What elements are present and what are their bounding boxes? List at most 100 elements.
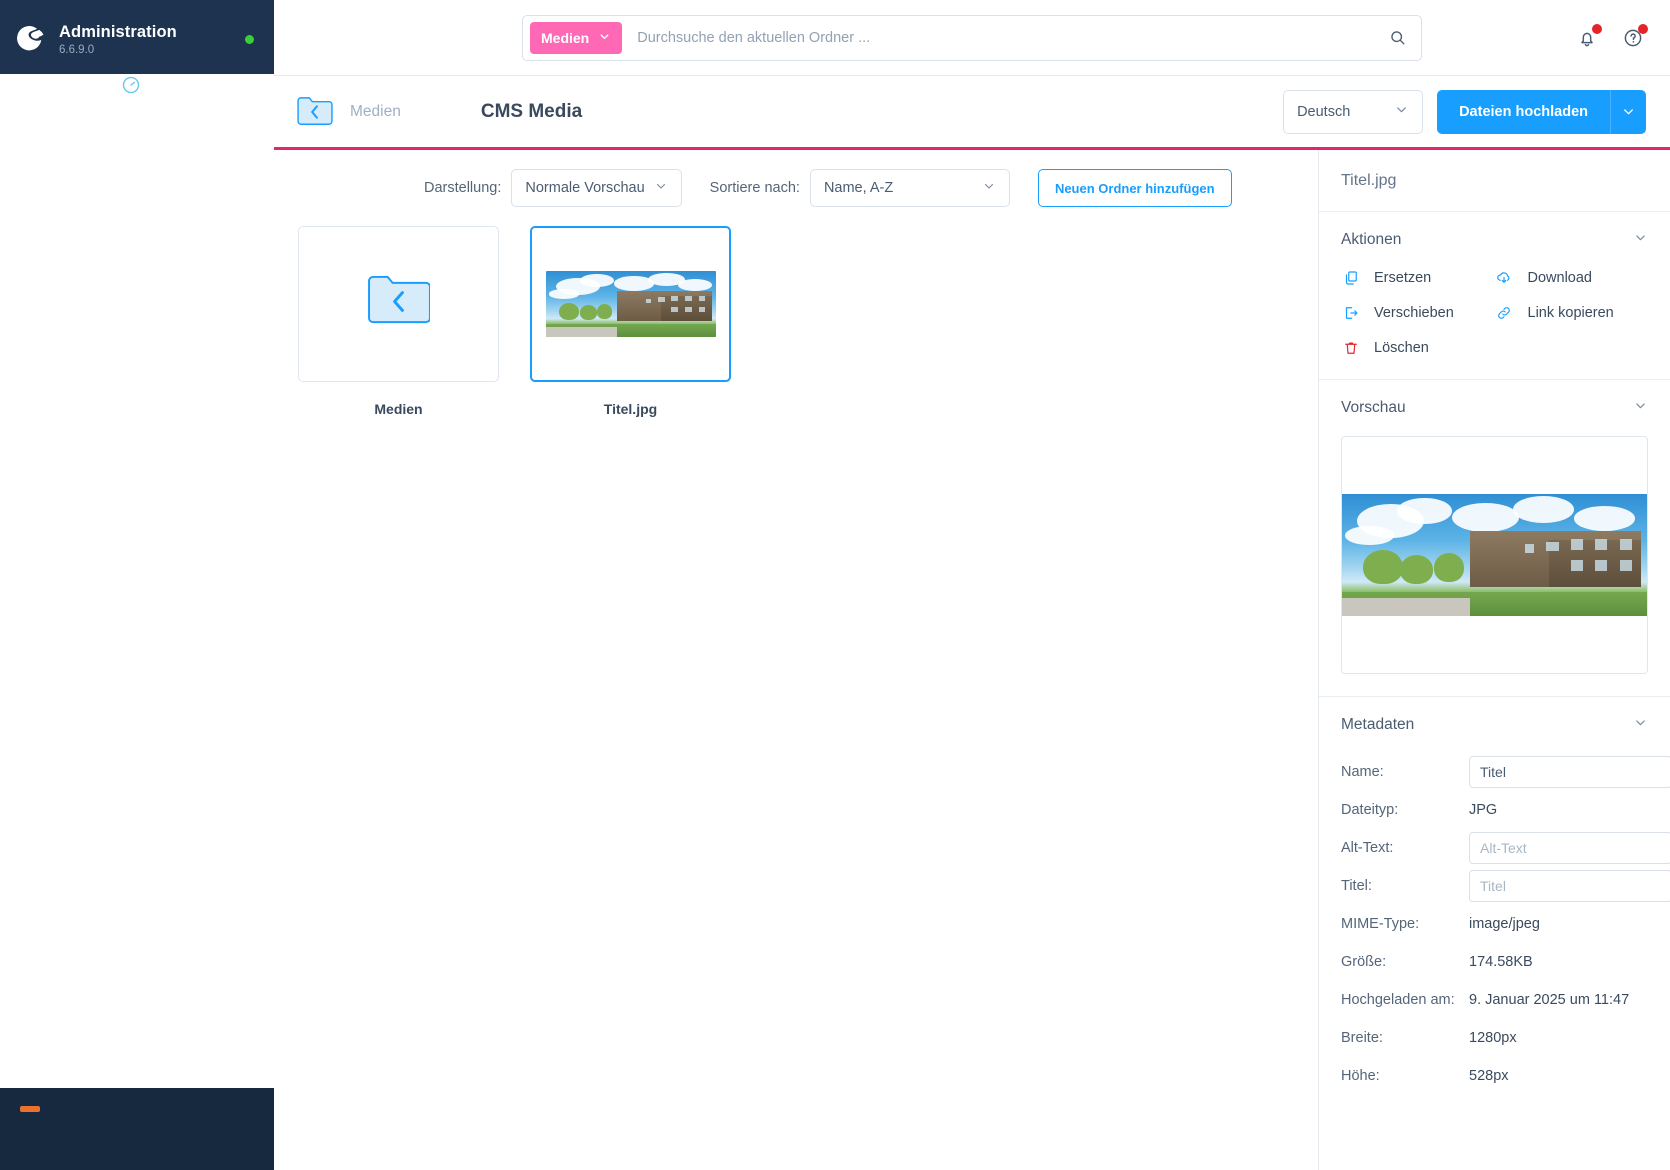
metadata-row-name: Name:	[1341, 753, 1670, 791]
metadata-value: 1280px	[1469, 1030, 1517, 1046]
footer-accent	[20, 1106, 40, 1112]
view-label: Darstellung:	[424, 180, 502, 196]
bell-icon[interactable]	[1574, 23, 1602, 51]
detail-panel: Titel.jpg Aktionen Ersetzen Download Ver…	[1318, 150, 1670, 1170]
sidebar-footer	[0, 1088, 274, 1170]
breadcrumb[interactable]: Medien	[350, 103, 401, 121]
metadata-row-alt-text: Alt-Text:	[1341, 829, 1670, 867]
main-area: Medien Durchsuche den aktuellen Ordner .…	[274, 0, 1670, 1170]
media-item-label: Medien	[374, 401, 423, 417]
detail-header: Titel.jpg	[1319, 150, 1670, 212]
action-verschieben[interactable]: Verschieben	[1341, 303, 1495, 322]
notification-badge	[1592, 23, 1602, 34]
action-ersetzen[interactable]: Ersetzen	[1341, 268, 1495, 287]
search-input[interactable]	[622, 29, 1379, 46]
upload-files-button[interactable]: Dateien hochladen	[1437, 89, 1610, 134]
view-select[interactable]: Normale Vorschau	[511, 169, 682, 207]
metadata-title: Metadaten	[1341, 716, 1415, 733]
action-label: Löschen	[1374, 339, 1429, 356]
topbar-icons	[1574, 23, 1648, 51]
search-icon[interactable]	[1379, 20, 1415, 56]
metadata-key: Breite:	[1341, 1030, 1383, 1046]
view-value: Normale Vorschau	[525, 180, 645, 196]
media-image-card[interactable]	[530, 226, 731, 382]
action-loeschen[interactable]: Löschen	[1341, 338, 1495, 357]
media-grid: Medien Titel.jpg	[274, 226, 1318, 1170]
media-content: Darstellung: Normale Vorschau Sortiere n…	[274, 150, 1318, 1170]
brand-text: Administration 6.6.9.0	[59, 22, 245, 56]
search-scope-chip[interactable]: Medien	[530, 21, 623, 54]
metadata-key: Höhe:	[1341, 1068, 1380, 1084]
metadata-key: Größe:	[1341, 954, 1387, 970]
topbar: Medien	[274, 0, 1670, 76]
folder-back-icon[interactable]	[296, 96, 334, 128]
shopware-logo-icon	[16, 24, 46, 54]
metadata-row-breite: Breite: 1280px	[1341, 1019, 1648, 1057]
help-badge	[1638, 23, 1648, 34]
preview-image	[1342, 494, 1647, 616]
metadata-value: 9. Januar 2025 um 11:47	[1469, 992, 1630, 1008]
sidebar-item-dashboard[interactable]: Dashboard	[0, 74, 274, 1170]
app-root: Administration 6.6.9.0 Dashboard Medien …	[0, 0, 1670, 1170]
smartbar: Medien CMS Media Deutsch Dateien hochlad…	[274, 76, 1670, 150]
new-folder-button[interactable]: Neuen Ordner hinzufügen	[1037, 169, 1232, 207]
body-split: Darstellung: Normale Vorschau Sortiere n…	[274, 150, 1670, 1170]
brand-title: Administration	[59, 23, 177, 42]
smartbar-actions: Deutsch Dateien hochladen	[1283, 89, 1646, 134]
metadata-name-input[interactable]	[1469, 756, 1670, 788]
chevron-down-icon	[1633, 230, 1648, 250]
detail-filename: Titel.jpg	[1341, 171, 1397, 189]
page-title: CMS Media	[480, 100, 583, 122]
metadata-section-header[interactable]: Metadaten	[1319, 697, 1670, 753]
media-thumbnail	[545, 271, 716, 337]
metadata-titel-input[interactable]	[1469, 870, 1670, 902]
sidebar-nav: Dashboard Kataloge Produkte Bewertungen …	[0, 74, 274, 1170]
metadata-value: 174.58KB	[1469, 954, 1533, 970]
language-value: Deutsch	[1297, 103, 1351, 120]
metadata-key: Alt-Text:	[1341, 840, 1394, 856]
chevron-down-icon	[598, 30, 611, 46]
actions-section-header[interactable]: Aktionen	[1319, 212, 1670, 268]
media-grid-cell: Medien	[298, 226, 499, 417]
metadata-row-hoehe: Höhe: 528px	[1341, 1057, 1648, 1095]
action-download[interactable]: Download	[1495, 268, 1649, 287]
sidebar-brand: Administration 6.6.9.0	[0, 0, 274, 74]
metadata-value: image/jpeg	[1469, 916, 1540, 932]
media-grid-cell: Titel.jpg	[530, 226, 731, 417]
building-photo-large	[1342, 494, 1647, 616]
metadata-row-dateityp: Dateityp: JPG	[1341, 791, 1648, 829]
cloud-download-icon	[1495, 268, 1514, 287]
upload-button-group: Dateien hochladen	[1437, 89, 1646, 134]
language-select[interactable]: Deutsch	[1283, 89, 1424, 134]
parent-folder-card[interactable]	[298, 226, 499, 382]
chevron-down-icon	[1633, 715, 1648, 735]
search-box[interactable]: Medien	[522, 14, 1422, 61]
move-icon	[1341, 303, 1360, 322]
chevron-down-icon	[1394, 102, 1409, 121]
action-label: Ersetzen	[1374, 269, 1432, 286]
metadata-row-titel: Titel:	[1341, 867, 1670, 905]
chevron-down-icon	[654, 179, 668, 197]
help-circle-icon[interactable]	[1620, 23, 1648, 51]
metadata-row-hochgeladen-am: Hochgeladen am: 9. Januar 2025 um 11:47	[1341, 981, 1648, 1019]
preview-title: Vorschau	[1341, 399, 1406, 416]
building-photo	[545, 271, 716, 337]
copy-icon	[1341, 268, 1360, 287]
metadata-row-groesse: Größe: 174.58KB	[1341, 943, 1648, 981]
chevron-down-icon	[982, 179, 996, 197]
chevron-down-icon	[1633, 398, 1648, 418]
action-link-kopieren[interactable]: Link kopieren	[1495, 303, 1649, 322]
upload-options-caret[interactable]	[1610, 89, 1646, 134]
content-toolbar: Darstellung: Normale Vorschau Sortiere n…	[274, 150, 1318, 226]
metadata-list: Name: Dateityp: JPG Alt-Text: Titel:	[1319, 753, 1670, 1113]
global-search: Medien	[522, 14, 1422, 61]
actions-list: Ersetzen Download Verschieben Link kopie…	[1319, 268, 1670, 379]
metadata-key: Hochgeladen am:	[1341, 992, 1455, 1008]
sort-select[interactable]: Name, A-Z	[809, 169, 1010, 207]
metadata-alt-text-input[interactable]	[1469, 832, 1670, 864]
sort-value: Name, A-Z	[823, 180, 894, 196]
status-dot	[245, 34, 254, 44]
preview-section-header[interactable]: Vorschau	[1319, 380, 1670, 436]
media-item-label: Titel.jpg	[603, 401, 658, 417]
actions-title: Aktionen	[1341, 231, 1402, 248]
